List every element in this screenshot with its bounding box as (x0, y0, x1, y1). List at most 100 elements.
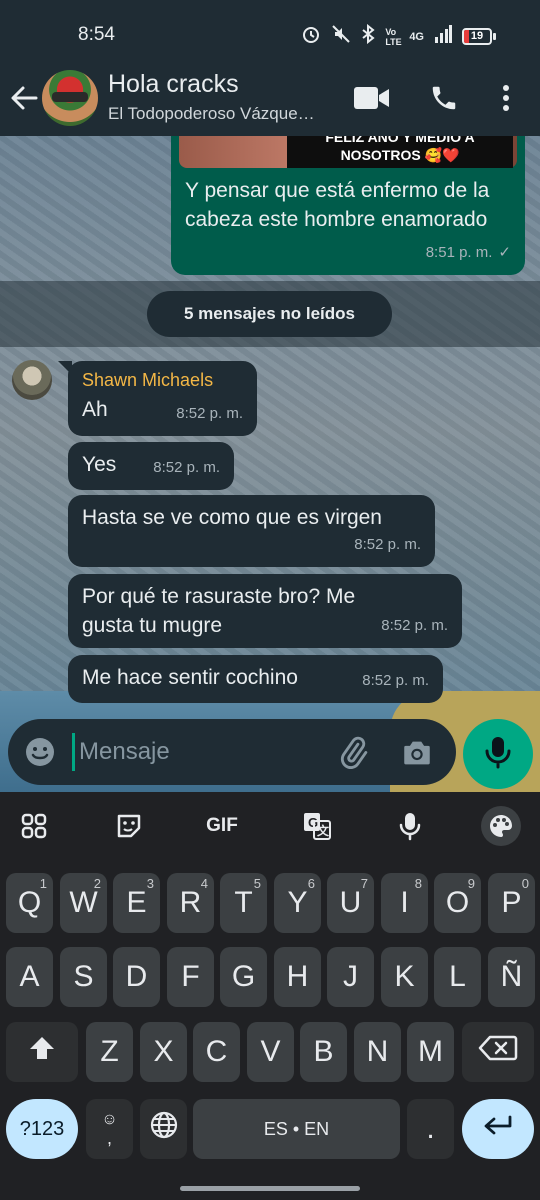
message-text: Yes (82, 453, 117, 476)
key-c[interactable]: C (193, 1022, 240, 1082)
voice-call-button[interactable] (424, 80, 464, 120)
chat-header: Hola cracks El Todopoderoso Vázque… (0, 62, 540, 136)
microphone-icon (484, 735, 512, 774)
key-t[interactable]: T5 (220, 873, 267, 933)
comma-label: , (106, 1128, 112, 1148)
palette-icon[interactable] (481, 806, 521, 846)
key-f[interactable]: F (167, 947, 214, 1007)
grid-icon[interactable] (14, 806, 54, 846)
key-p[interactable]: P0 (488, 873, 535, 933)
emoji-comma-key[interactable]: ☺ , (86, 1099, 133, 1159)
sender-avatar[interactable] (12, 360, 52, 400)
outgoing-message[interactable]: FELIZ AÑO Y MEDIO A NOSOTROS 🥰❤️ Y pensa… (171, 136, 525, 275)
key-y[interactable]: Y6 (274, 873, 321, 933)
incoming-message[interactable]: Por qué te rasuraste bro? Me gusta tu mu… (68, 574, 462, 648)
message-input[interactable] (72, 733, 312, 771)
key-s[interactable]: S (60, 947, 107, 1007)
key-k[interactable]: K (381, 947, 428, 1007)
status-bar: 8:54 Vo LTE 4G 19 (0, 0, 540, 62)
key-v[interactable]: V (247, 1022, 294, 1082)
message-time: 8:52 p. m. (354, 536, 421, 553)
status-icons: Vo LTE 4G 19 (301, 23, 496, 49)
key-n[interactable]: N (354, 1022, 401, 1082)
keyboard: GIF G文 Q1 W2 E3 R4 T5 Y6 U7 I8 O9 P0 A S… (0, 792, 540, 1200)
period-key[interactable]: . (407, 1099, 454, 1159)
keyboard-toolbar: GIF G文 (0, 792, 540, 860)
key-m[interactable]: M (407, 1022, 454, 1082)
key-b[interactable]: B (300, 1022, 347, 1082)
enter-key[interactable] (462, 1099, 534, 1159)
more-vertical-icon (502, 84, 510, 117)
volte-label: Vo LTE (385, 26, 402, 47)
message-text: Por qué te rasuraste bro? Me gusta tu mu… (82, 585, 356, 637)
chat-title[interactable]: Hola cracks (108, 70, 239, 99)
key-r[interactable]: R4 (167, 873, 214, 933)
language-key[interactable] (140, 1099, 187, 1159)
video-call-button[interactable] (352, 80, 392, 120)
battery-level: 19 (470, 30, 484, 42)
gif-button[interactable]: GIF (202, 806, 242, 846)
message-time: 8:51 p. m. ✓ (426, 238, 511, 267)
key-d[interactable]: D (113, 947, 160, 1007)
voice-message-button[interactable] (463, 719, 533, 789)
key-x[interactable]: X (140, 1022, 187, 1082)
mute-icon (331, 24, 351, 49)
key-q[interactable]: Q1 (6, 873, 53, 933)
symbols-key[interactable]: ?123 (6, 1099, 78, 1159)
backspace-icon (478, 1034, 518, 1070)
backspace-key[interactable] (462, 1022, 534, 1082)
key-g[interactable]: G (220, 947, 267, 1007)
key-z[interactable]: Z (86, 1022, 133, 1082)
alarm-icon (301, 24, 321, 49)
group-avatar[interactable] (42, 70, 98, 126)
chat-subtitle[interactable]: El Todopoderoso Vázque… (108, 104, 330, 124)
key-e[interactable]: E3 (113, 873, 160, 933)
key-a[interactable]: A (6, 947, 53, 1007)
battery-icon: 19 (462, 28, 496, 45)
more-options-button[interactable] (486, 80, 526, 120)
space-key[interactable]: ES • EN (193, 1099, 400, 1159)
message-time: 8:52 p. m. (176, 405, 243, 422)
key-i[interactable]: I8 (381, 873, 428, 933)
status-time: 8:54 (78, 24, 115, 45)
key-u[interactable]: U7 (327, 873, 374, 933)
signal-icon (434, 25, 452, 48)
video-camera-icon (353, 85, 391, 116)
enter-icon (482, 1112, 514, 1146)
shift-arrow-icon (27, 1034, 57, 1070)
message-time: 8:52 p. m. (362, 672, 429, 689)
emoji-icon[interactable] (24, 736, 56, 768)
image-caption: FELIZ AÑO Y MEDIO A NOSOTROS 🥰❤️ (287, 136, 513, 168)
key-h[interactable]: H (274, 947, 321, 1007)
message-text: Y pensar que está enfermo de la cabeza e… (185, 179, 490, 231)
navigation-handle[interactable] (180, 1186, 360, 1191)
incoming-message[interactable]: Shawn Michaels Ah 8:52 p. m. (68, 361, 257, 436)
key-w[interactable]: W2 (60, 873, 107, 933)
key-o[interactable]: O9 (434, 873, 481, 933)
key-l[interactable]: L (434, 947, 481, 1007)
chat-area[interactable]: FELIZ AÑO Y MEDIO A NOSOTROS 🥰❤️ Y pensa… (0, 136, 540, 792)
image-preview[interactable]: FELIZ AÑO Y MEDIO A NOSOTROS 🥰❤️ (179, 136, 517, 168)
key-j[interactable]: J (327, 947, 374, 1007)
arrow-left-icon[interactable] (8, 80, 40, 116)
paperclip-icon[interactable] (336, 736, 370, 770)
microphone-icon[interactable] (390, 806, 430, 846)
incoming-message[interactable]: Yes 8:52 p. m. (68, 442, 234, 490)
translate-icon[interactable]: G文 (297, 806, 337, 846)
camera-icon[interactable] (400, 736, 434, 770)
phone-icon (429, 83, 459, 118)
message-time: 8:52 p. m. (381, 617, 448, 634)
message-text: Hasta se ve como que es virgen (82, 506, 382, 529)
unread-messages-label: 5 mensajes no leídos (147, 291, 392, 337)
key-n-tilde[interactable]: Ñ (488, 947, 535, 1007)
incoming-message[interactable]: Me hace sentir cochino 8:52 p. m. (68, 655, 443, 703)
message-text: Ah (82, 398, 108, 421)
globe-icon (149, 1110, 179, 1148)
svg-text:文: 文 (317, 823, 330, 838)
sender-name[interactable]: Shawn Michaels (82, 369, 213, 391)
message-time: 8:52 p. m. (153, 459, 220, 476)
incoming-message[interactable]: Hasta se ve como que es virgen 8:52 p. m… (68, 495, 435, 567)
shift-key[interactable] (6, 1022, 78, 1082)
sticker-icon[interactable] (109, 806, 149, 846)
bluetooth-icon (361, 23, 375, 49)
